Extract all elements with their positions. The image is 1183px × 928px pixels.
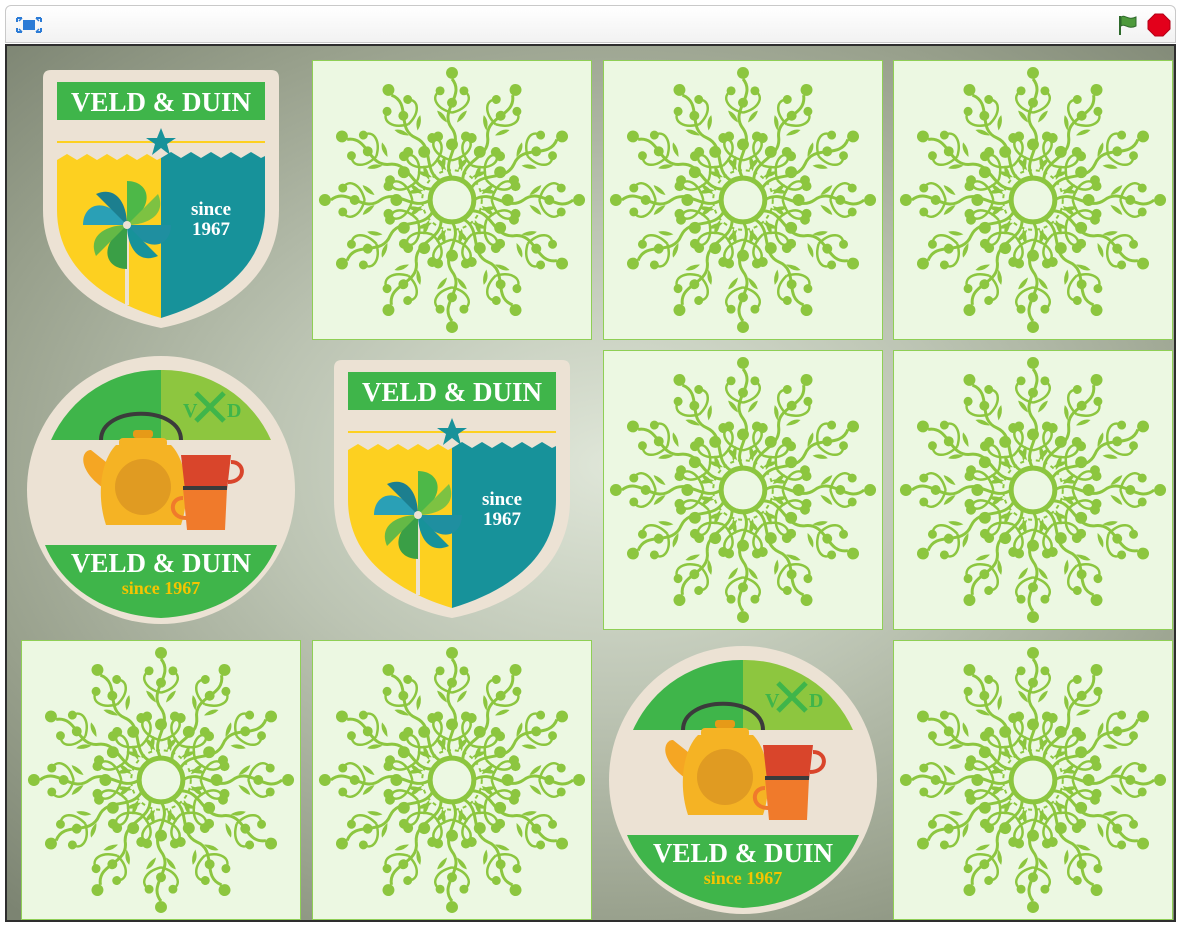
- floral-ornament-icon: [313, 641, 591, 919]
- svg-text:VELD & DUIN: VELD & DUIN: [71, 548, 252, 578]
- stop-sign-icon[interactable]: [1147, 13, 1171, 37]
- player-toolbar: [5, 5, 1176, 43]
- green-flag-icon[interactable]: [1115, 13, 1139, 37]
- memory-card-hidden[interactable]: [893, 60, 1173, 340]
- floral-ornament-icon: [313, 61, 591, 339]
- svg-text:since: since: [191, 199, 231, 220]
- pinwheel-icon: [374, 471, 462, 559]
- memory-card-hidden[interactable]: [312, 60, 592, 340]
- svg-text:VELD & DUIN: VELD & DUIN: [362, 377, 543, 407]
- fullscreen-icon[interactable]: [16, 13, 42, 37]
- memory-card-hidden[interactable]: [603, 60, 883, 340]
- brand-name-text: VELD & DUIN: [71, 87, 252, 117]
- svg-text:VELD & DUIN: VELD & DUIN: [653, 838, 834, 868]
- svg-text:D: D: [227, 400, 241, 422]
- memory-card-revealed-teapot[interactable]: V D VELD & DUIN since 1967: [603, 640, 883, 920]
- svg-text:D: D: [809, 690, 823, 712]
- svg-text:1967: 1967: [192, 219, 231, 240]
- memory-card-hidden[interactable]: [893, 640, 1173, 920]
- svg-text:since 1967: since 1967: [704, 868, 783, 888]
- floral-ornament-icon: [22, 641, 300, 919]
- floral-ornament-icon: [894, 641, 1172, 919]
- svg-text:1967: 1967: [483, 509, 522, 530]
- svg-text:since: since: [482, 489, 522, 510]
- floral-ornament-icon: [604, 351, 882, 629]
- pinwheel-icon: [83, 181, 171, 269]
- floral-ornament-icon: [894, 351, 1172, 629]
- memory-card-revealed-shield[interactable]: VELD & DUIN since 1967: [21, 60, 301, 340]
- floral-ornament-icon: [894, 61, 1172, 339]
- floral-ornament-icon: [604, 61, 882, 339]
- memory-card-hidden[interactable]: [312, 640, 592, 920]
- memory-card-revealed-teapot[interactable]: V D VELD & DUIN since 1967: [21, 350, 301, 630]
- memory-card-hidden[interactable]: [893, 350, 1173, 630]
- game-stage: VELD & DUIN since 1967 V D VELD & DUIN s…: [5, 44, 1176, 922]
- memory-card-revealed-shield[interactable]: VELD & DUIN since 1967: [312, 350, 592, 630]
- memory-card-hidden[interactable]: [21, 640, 301, 920]
- memory-card-hidden[interactable]: [603, 350, 883, 630]
- svg-text:since 1967: since 1967: [122, 578, 201, 598]
